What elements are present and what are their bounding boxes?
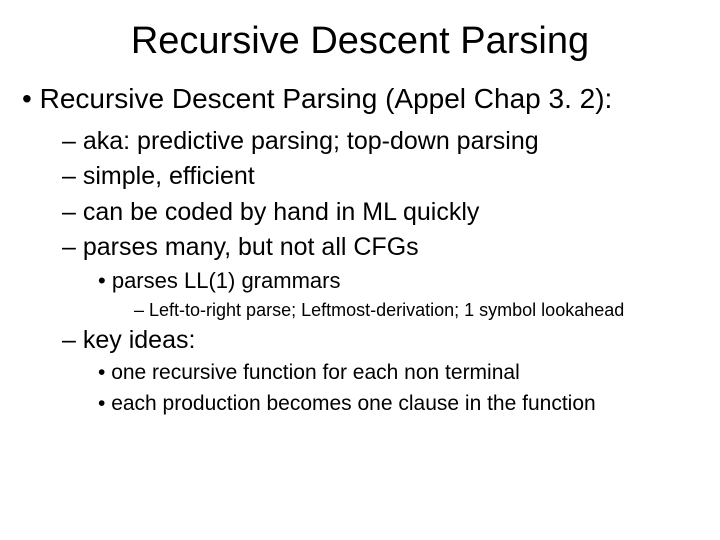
bullet-level2: simple, efficient [22,161,698,192]
bullet-level4: Left-to-right parse; Leftmost-derivation… [22,299,698,322]
bullet-level2: parses many, but not all CFGs [22,232,698,263]
bullet-level2: can be coded by hand in ML quickly [22,197,698,228]
bullet-level3: parses LL(1) grammars [22,267,698,295]
bullet-level1: Recursive Descent Parsing (Appel Chap 3.… [22,81,698,116]
bullet-level3: each production becomes one clause in th… [22,391,698,417]
slide-content: Recursive Descent Parsing (Appel Chap 3.… [0,81,720,417]
bullet-level2: aka: predictive parsing; top-down parsin… [22,126,698,157]
bullet-level3: one recursive function for each non term… [22,360,698,386]
slide-title: Recursive Descent Parsing [0,0,720,81]
slide: Recursive Descent Parsing Recursive Desc… [0,0,720,540]
bullet-level2: key ideas: [22,325,698,356]
